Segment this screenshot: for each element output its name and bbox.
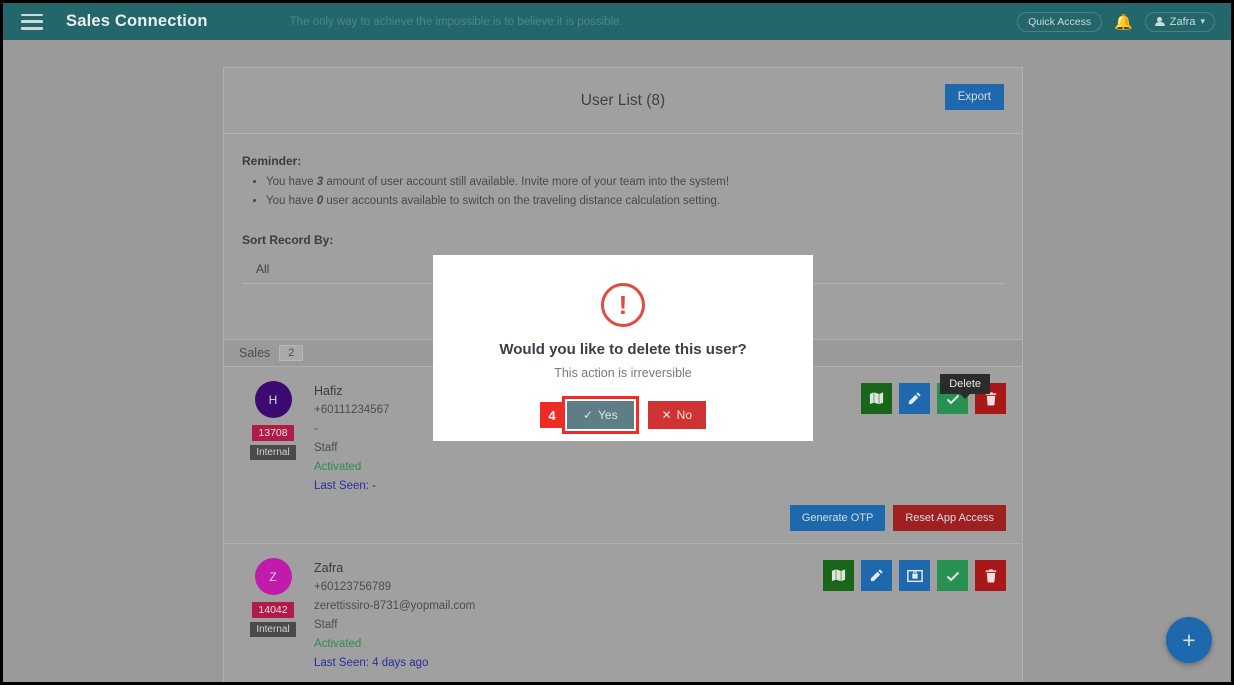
yes-button-highlight: ✓ Yes xyxy=(561,396,639,434)
bell-icon[interactable]: 🔔 xyxy=(1114,13,1133,31)
user-menu-button[interactable]: Zafra ▾ xyxy=(1144,11,1215,32)
no-label: No xyxy=(676,408,693,422)
hamburger-icon[interactable] xyxy=(21,13,43,30)
avatar-icon xyxy=(1154,16,1165,27)
tagline-text: The only way to achieve the impossible i… xyxy=(289,15,623,28)
delete-confirm-dialog: ! Would you like to delete this user? Th… xyxy=(433,255,813,441)
modal-overlay: ! Would you like to delete this user? Th… xyxy=(6,40,1231,682)
app-screen: Sales Connection The only way to achieve… xyxy=(0,0,1234,685)
confirm-yes-button[interactable]: ✓ Yes xyxy=(566,401,634,429)
warning-exclamation-icon: ! xyxy=(601,283,645,327)
quick-access-button[interactable]: Quick Access xyxy=(1017,11,1103,32)
top-navigation-bar: Sales Connection The only way to achieve… xyxy=(3,3,1231,40)
yes-label: Yes xyxy=(598,408,618,422)
app-brand-title: Sales Connection xyxy=(66,12,208,30)
cancel-no-button[interactable]: ✕ No xyxy=(647,401,707,429)
chevron-down-icon: ▾ xyxy=(1200,16,1205,26)
user-menu-label: Zafra xyxy=(1169,15,1196,28)
dialog-buttons: 4 ✓ Yes ✕ No xyxy=(539,396,707,434)
close-icon: ✕ xyxy=(661,408,672,422)
dialog-title: Would you like to delete this user? xyxy=(499,341,747,358)
page-body: User List (8) Export Reminder: You have … xyxy=(6,40,1231,682)
step-number-badge: 4 xyxy=(539,402,564,428)
check-icon: ✓ xyxy=(582,408,594,422)
dialog-subtitle: This action is irreversible xyxy=(554,366,692,380)
topbar-right-group: Quick Access 🔔 Zafra ▾ xyxy=(1017,11,1221,32)
